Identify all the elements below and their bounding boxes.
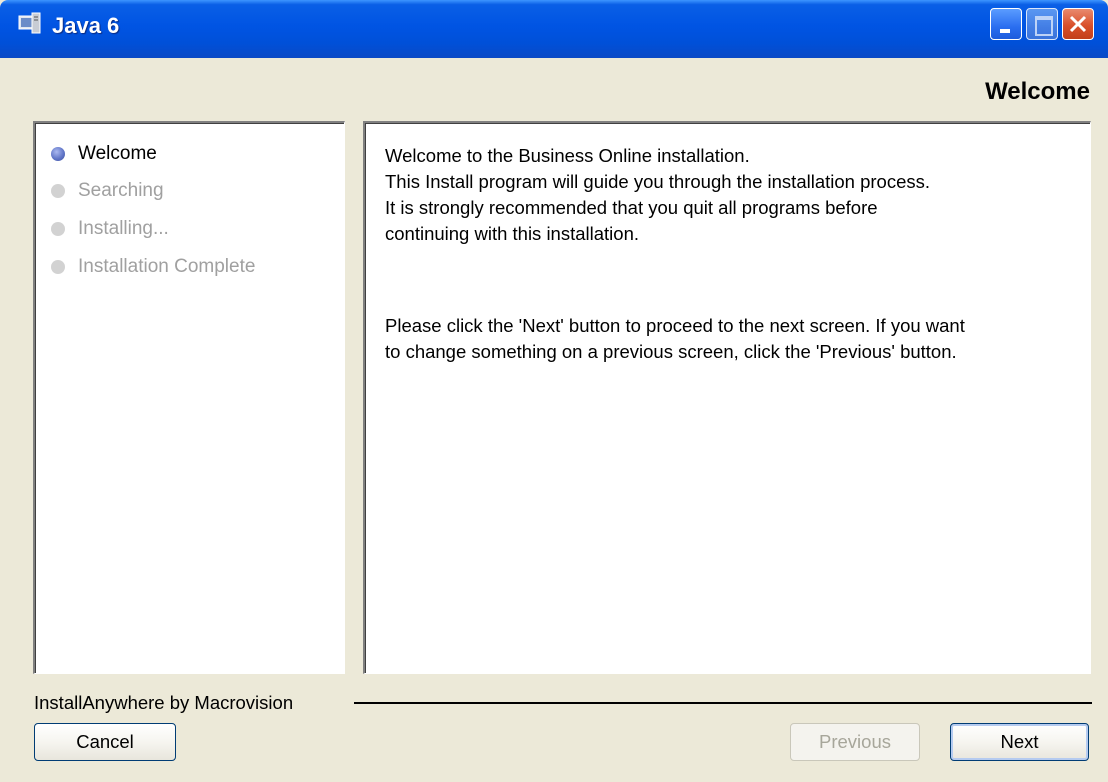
minimize-button[interactable] [990,8,1022,40]
close-button[interactable] [1062,8,1094,40]
maximize-button[interactable] [1026,8,1058,40]
window-title: Java 6 [52,13,120,38]
content-line: Welcome to the Business Online installat… [385,145,750,166]
vendor-label: InstallAnywhere by Macrovision [34,692,294,713]
footer-divider [354,702,1092,704]
step-searching: Searching [51,178,164,204]
step-installing: Installing... [51,216,169,242]
next-button[interactable]: Next [950,723,1089,761]
step-label: Searching [78,180,164,201]
step-installation-complete: Installation Complete [51,254,255,280]
step-label: Installation Complete [78,256,256,277]
installer-window: Java 6 Welcome Welcome Searching Install… [0,0,1108,782]
step-active-bullet-icon [51,147,65,161]
title-bar[interactable]: Java 6 [0,0,1108,58]
step-bullet-icon [51,184,65,198]
step-bullet-icon [51,260,65,274]
cancel-button[interactable]: Cancel [34,723,176,761]
content-panel: Welcome to the Business Online installat… [363,121,1091,674]
step-label: Installing... [78,218,169,239]
intro-paragraph: Welcome to the Business Online installat… [385,143,930,247]
step-label: Welcome [78,143,157,164]
instructions-paragraph: Please click the 'Next' button to procee… [385,313,965,365]
content-line: Please click the 'Next' button to procee… [385,315,965,336]
close-icon [1069,15,1087,33]
page-title: Welcome [985,78,1090,105]
content-line: to change something on a previous screen… [385,341,957,362]
content-line: It is strongly recommended that you quit… [385,197,878,218]
step-welcome: Welcome [51,141,157,167]
previous-button[interactable]: Previous [790,723,920,761]
installer-icon [18,12,41,34]
steps-panel: Welcome Searching Installing... Installa… [33,121,345,674]
step-bullet-icon [51,222,65,236]
content-line: This Install program will guide you thro… [385,171,931,192]
content-line: continuing with this installation. [385,223,640,244]
